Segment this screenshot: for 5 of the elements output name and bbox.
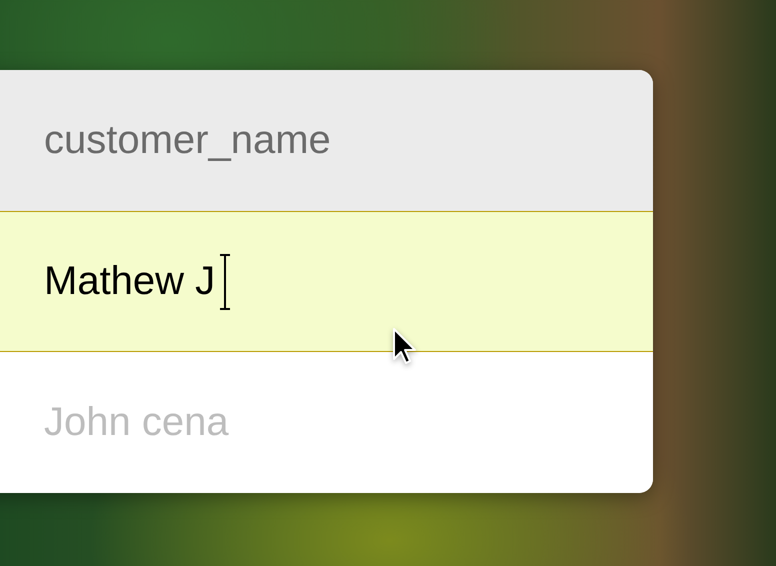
text-cursor-icon: [219, 254, 232, 310]
column-header[interactable]: customer_name: [0, 70, 653, 211]
input-field[interactable]: Mathew J: [0, 211, 653, 352]
mouse-pointer-icon: [392, 327, 418, 365]
table-cell: John cena: [0, 352, 653, 493]
